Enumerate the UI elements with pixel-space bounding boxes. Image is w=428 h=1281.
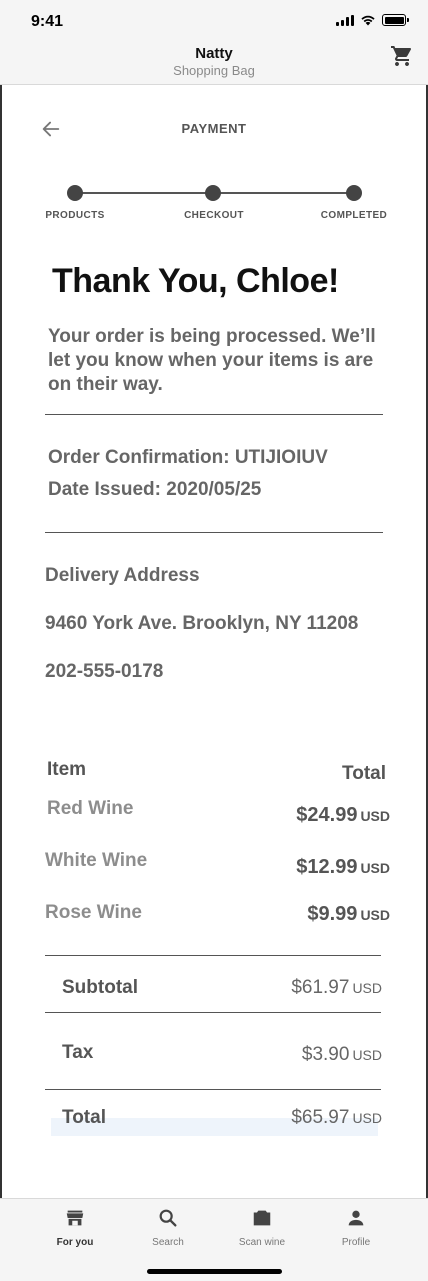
total-label: Total (62, 1107, 106, 1128)
step-dot-products (67, 185, 83, 201)
item-name: White Wine (45, 850, 148, 871)
tab-label: Scan wine (238, 1237, 286, 1248)
search-icon (159, 1209, 177, 1227)
tax-label: Tax (62, 1042, 94, 1063)
divider (45, 955, 381, 956)
battery-icon (382, 14, 409, 26)
item-name: Red Wine (47, 798, 134, 819)
step-label-completed: COMPLETED (320, 210, 388, 221)
delivery-address: 9460 York Ave. Brooklyn, NY 11208 (45, 613, 359, 634)
store-icon (66, 1210, 84, 1226)
delivery-phone: 202-555-0178 (45, 661, 164, 682)
step-dot-completed (346, 185, 362, 201)
tab-label: Search (152, 1237, 184, 1248)
divider (45, 1012, 381, 1013)
header-title: Natty (195, 45, 233, 62)
status-icons (336, 14, 409, 26)
home-indicator (147, 1269, 282, 1274)
step-label-products: PRODUCTS (45, 210, 105, 221)
item-column-header: Item (47, 759, 87, 780)
order-status-message: Your order is being processed. We’ll let… (48, 326, 376, 395)
thank-you-heading: Thank You, Chloe! (52, 262, 339, 300)
cart-icon[interactable] (390, 44, 414, 68)
step-label-checkout: CHECKOUT (184, 210, 244, 221)
item-price: $12.99 USD (296, 856, 390, 878)
header-subtitle: Shopping Bag (173, 63, 255, 78)
step-dot-checkout (205, 185, 221, 201)
nav-header: Natty Shopping Bag (0, 44, 428, 85)
cellular-signal-icon (336, 14, 354, 26)
tab-profile[interactable]: Profile (311, 1207, 401, 1248)
total-value: $65.97 USD (291, 1107, 382, 1128)
tab-for-you[interactable]: For you (30, 1207, 120, 1248)
divider (45, 532, 383, 533)
item-name: Rose Wine (45, 902, 142, 923)
order-confirmation-number: Order Confirmation: UTIJIOIUV (48, 447, 328, 468)
tab-search[interactable]: Search (123, 1207, 213, 1248)
subtotal-value: $61.97 USD (291, 977, 382, 998)
status-bar: 9:41 (0, 0, 428, 44)
date-issued: Date Issued: 2020/05/25 (48, 479, 262, 500)
status-time: 9:41 (31, 13, 64, 30)
tab-label: Profile (341, 1237, 371, 1248)
delivery-address-label: Delivery Address (45, 565, 200, 586)
total-column-header: Total (342, 763, 386, 784)
divider (45, 1089, 381, 1090)
person-icon (348, 1210, 364, 1226)
tab-label: For you (56, 1237, 94, 1248)
tax-value: $3.90 USD (301, 1044, 382, 1065)
content-frame (0, 85, 428, 1198)
subtotal-label: Subtotal (62, 977, 138, 998)
wifi-icon (361, 15, 375, 26)
camera-icon (253, 1210, 271, 1226)
tab-scan-wine[interactable]: Scan wine (217, 1207, 307, 1248)
item-price: $9.99 USD (307, 903, 390, 925)
item-price: $24.99 USD (296, 804, 390, 826)
divider (45, 414, 383, 415)
page-title: PAYMENT (181, 121, 247, 136)
